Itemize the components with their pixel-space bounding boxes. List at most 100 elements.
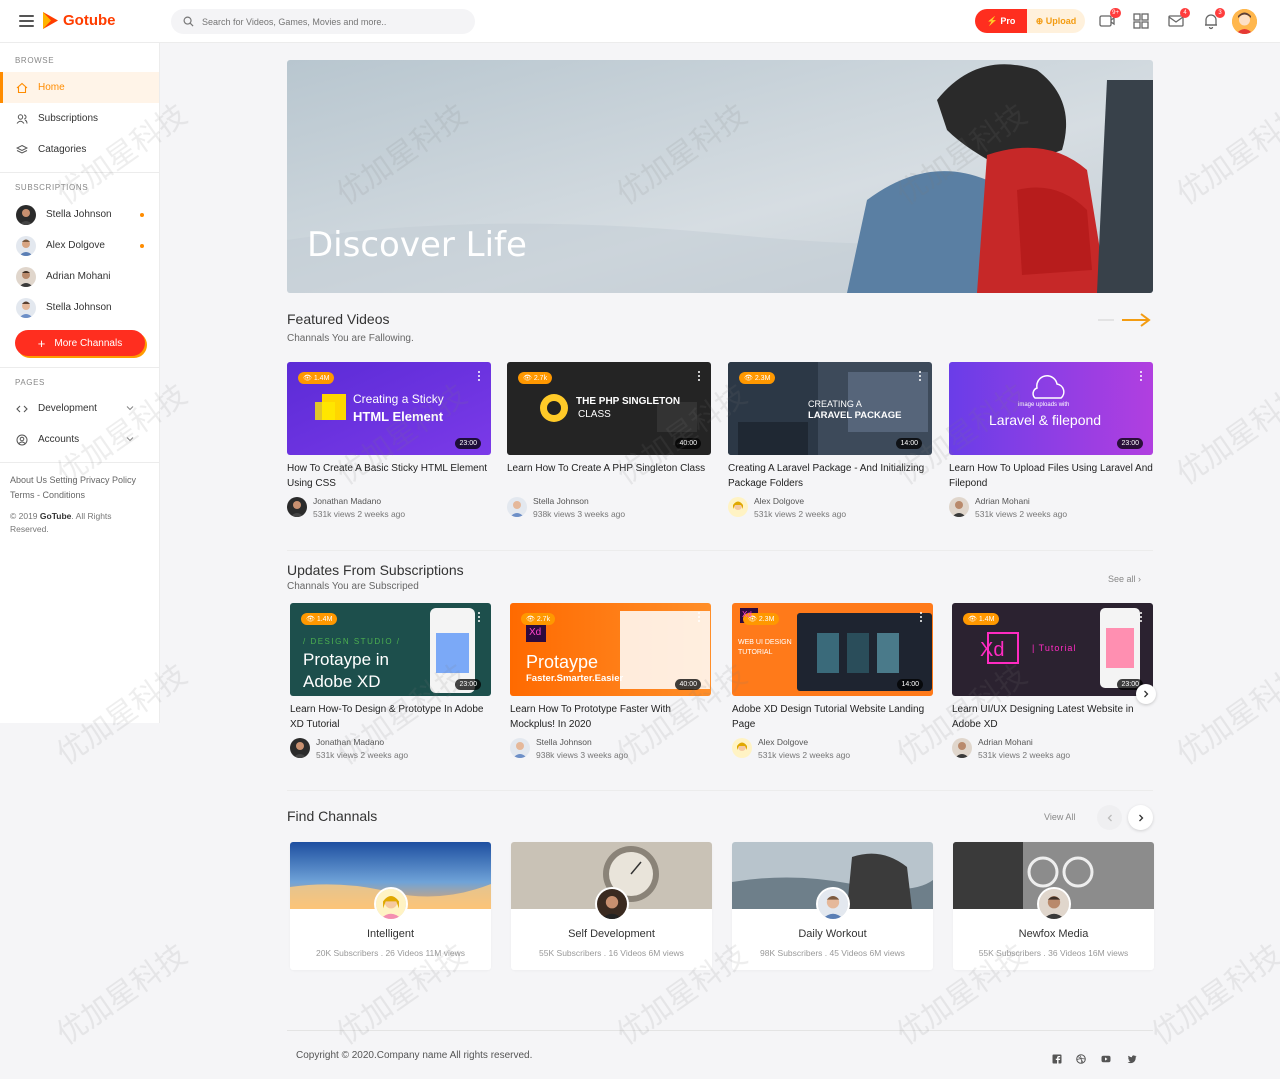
sidebar-item-home[interactable]: Home	[0, 72, 159, 103]
channel-card[interactable]: Intelligent 20K Subscribers . 26 Videos …	[290, 842, 491, 970]
video-card[interactable]: 👁 1.4M Xd | Tutorial 23:00 Learn UI/UX D…	[952, 603, 1153, 762]
channel-name[interactable]: Adrian Mohani	[975, 495, 1067, 508]
hero-banner[interactable]: Discover Life	[287, 60, 1153, 293]
video-thumbnail[interactable]: 👁 1.4M Creating a Sticky HTML Element 23…	[287, 362, 491, 455]
pages-title: PAGES	[15, 378, 45, 387]
video-card[interactable]: 👁 2.7k Xd Protaype Faster.Smarter.Easier…	[510, 603, 711, 762]
channel-avatar[interactable]	[290, 738, 310, 758]
logo[interactable]: Gotube	[42, 11, 116, 30]
channel-avatar[interactable]	[728, 497, 748, 517]
channel-name[interactable]: Stella Johnson	[533, 495, 625, 508]
channel-name[interactable]: Alex Dolgove	[754, 495, 846, 508]
users-icon	[16, 113, 28, 124]
arrow-right-icon[interactable]	[1098, 313, 1152, 327]
video-icon[interactable]: 9+	[1098, 8, 1121, 30]
channel-name[interactable]: Daily Workout	[732, 928, 933, 940]
channel-name[interactable]: Intelligent	[290, 928, 491, 940]
search-input[interactable]	[202, 16, 462, 27]
video-thumbnail[interactable]: 👁 2.3M CREATING A LARAVEL PACKAGE 14:00	[728, 362, 932, 455]
channel-name[interactable]: Newfox Media	[953, 928, 1154, 940]
channel-avatar[interactable]	[287, 497, 307, 517]
video-title[interactable]: Learn How To Create A PHP Singleton Clas…	[507, 462, 711, 491]
upload-button[interactable]: ⊕ Upload	[1027, 9, 1085, 33]
see-all-link[interactable]: See all ›	[1108, 574, 1141, 584]
video-card[interactable]: 👁 2.3M Xd WEB UI DESIGN TUTORIAL 14:00 A…	[732, 603, 933, 762]
channel-name[interactable]: Adrian Mohani	[978, 736, 1070, 749]
more-options-icon[interactable]	[698, 612, 701, 624]
more-options-icon[interactable]	[1140, 371, 1143, 383]
views-badge: 👁 2.7k	[518, 372, 553, 384]
more-channels-button[interactable]: + More Channals	[15, 330, 145, 356]
channel-stats: 98K Subscribers . 45 Videos 6M views	[760, 948, 905, 958]
carousel-next-button[interactable]	[1128, 805, 1153, 830]
subscription-item[interactable]: Stella Johnson	[0, 292, 159, 323]
channel-name[interactable]: Alex Dolgove	[758, 736, 850, 749]
channel-card[interactable]: Self Development 55K Subscribers . 16 Vi…	[511, 842, 712, 970]
sidebar-item-categories[interactable]: Catagories	[0, 134, 159, 165]
channel-name[interactable]: Jonathan Madano	[313, 495, 405, 508]
video-card[interactable]: 👁 1.4M / DESIGN STUDIO / Protaype in Ado…	[290, 603, 491, 762]
sidebar-item-accounts[interactable]: Accounts	[0, 424, 159, 455]
search-bar[interactable]	[171, 9, 475, 34]
carousel-prev-button[interactable]	[1097, 805, 1122, 830]
video-thumbnail[interactable]: 👁 2.3M Xd WEB UI DESIGN TUTORIAL 14:00	[732, 603, 933, 696]
video-card[interactable]: 👁 1.4M Creating a Sticky HTML Element 23…	[287, 362, 491, 521]
channel-name[interactable]: Stella Johnson	[536, 736, 628, 749]
channel-card[interactable]: Daily Workout 98K Subscribers . 45 Video…	[732, 842, 933, 970]
mail-icon[interactable]: 4	[1167, 8, 1190, 30]
sidebar-copyright: © 2019 GoTube. All Rights Reserved.	[10, 510, 145, 536]
youtube-icon[interactable]	[1101, 1054, 1111, 1064]
video-title[interactable]: Creating A Laravel Package - And Initial…	[728, 462, 932, 491]
more-options-icon[interactable]	[478, 371, 481, 383]
video-title[interactable]: How To Create A Basic Sticky HTML Elemen…	[287, 462, 491, 491]
video-card[interactable]: 👁 2.7k THE PHP SINGLETON CLASS 40:00 Lea…	[507, 362, 711, 521]
channel-avatar[interactable]	[949, 497, 969, 517]
dribbble-icon[interactable]	[1076, 1054, 1086, 1064]
pro-button[interactable]: ⚡ Pro	[975, 9, 1027, 33]
more-options-icon[interactable]	[919, 371, 922, 383]
subscription-item[interactable]: Adrian Mohani	[0, 261, 159, 292]
user-avatar[interactable]	[1232, 9, 1257, 34]
more-options-icon[interactable]	[920, 612, 923, 624]
subscription-item[interactable]: Alex Dolgove	[0, 230, 159, 261]
bell-icon[interactable]: 3	[1202, 8, 1225, 30]
thumbnail-caption: Xd	[529, 627, 542, 638]
video-title[interactable]: Learn How To Prototype Faster With Mockp…	[510, 703, 711, 732]
subscription-item[interactable]: Stella Johnson	[0, 199, 159, 230]
video-thumbnail[interactable]: image uploads with Laravel & filepond 23…	[949, 362, 1153, 455]
sidebar-item-subscriptions[interactable]: Subscriptions	[0, 103, 159, 134]
video-title[interactable]: Learn UI/UX Designing Latest Website in …	[952, 703, 1153, 732]
watermark: 优加星科技	[50, 937, 194, 1053]
video-thumbnail[interactable]: 👁 1.4M / DESIGN STUDIO / Protaype in Ado…	[290, 603, 491, 696]
channel-name[interactable]: Self Development	[511, 928, 712, 940]
more-options-icon[interactable]	[1140, 612, 1143, 624]
facebook-icon[interactable]	[1052, 1054, 1062, 1064]
twitter-icon[interactable]	[1127, 1054, 1137, 1064]
view-all-link[interactable]: View All	[1044, 812, 1075, 822]
video-title[interactable]: Adobe XD Design Tutorial Website Landing…	[732, 703, 933, 732]
more-options-icon[interactable]	[478, 612, 481, 624]
menu-icon[interactable]	[19, 15, 34, 27]
carousel-next-button[interactable]	[1136, 684, 1156, 704]
video-thumbnail[interactable]: 👁 2.7k Xd Protaype Faster.Smarter.Easier…	[510, 603, 711, 696]
video-card[interactable]: image uploads with Laravel & filepond 23…	[949, 362, 1153, 521]
video-thumbnail[interactable]: 👁 1.4M Xd | Tutorial 23:00	[952, 603, 1153, 696]
video-thumbnail[interactable]: 👁 2.7k THE PHP SINGLETON CLASS 40:00	[507, 362, 711, 455]
duration-badge: 23:00	[455, 438, 481, 449]
channel-card[interactable]: Newfox Media 55K Subscribers . 36 Videos…	[953, 842, 1154, 970]
sidebar-item-development[interactable]: Development	[0, 393, 159, 424]
channel-name[interactable]: Jonathan Madano	[316, 736, 408, 749]
footer-links[interactable]: About Us Setting Privacy Policy Terms - …	[10, 473, 140, 503]
grid-icon[interactable]	[1132, 12, 1150, 30]
channel-avatar[interactable]	[732, 738, 752, 758]
video-card[interactable]: 👁 2.3M CREATING A LARAVEL PACKAGE 14:00 …	[728, 362, 932, 521]
channel-avatar[interactable]	[952, 738, 972, 758]
video-title[interactable]: Learn How-To Design & Prototype In Adobe…	[290, 703, 491, 732]
video-title[interactable]: Learn How To Upload Files Using Laravel …	[949, 462, 1153, 491]
channel-avatar[interactable]	[507, 497, 527, 517]
channel-avatar[interactable]	[510, 738, 530, 758]
code-icon	[16, 405, 28, 412]
more-options-icon[interactable]	[698, 371, 701, 383]
logo-play-icon	[43, 12, 58, 29]
bell-badge: 3	[1215, 8, 1225, 18]
